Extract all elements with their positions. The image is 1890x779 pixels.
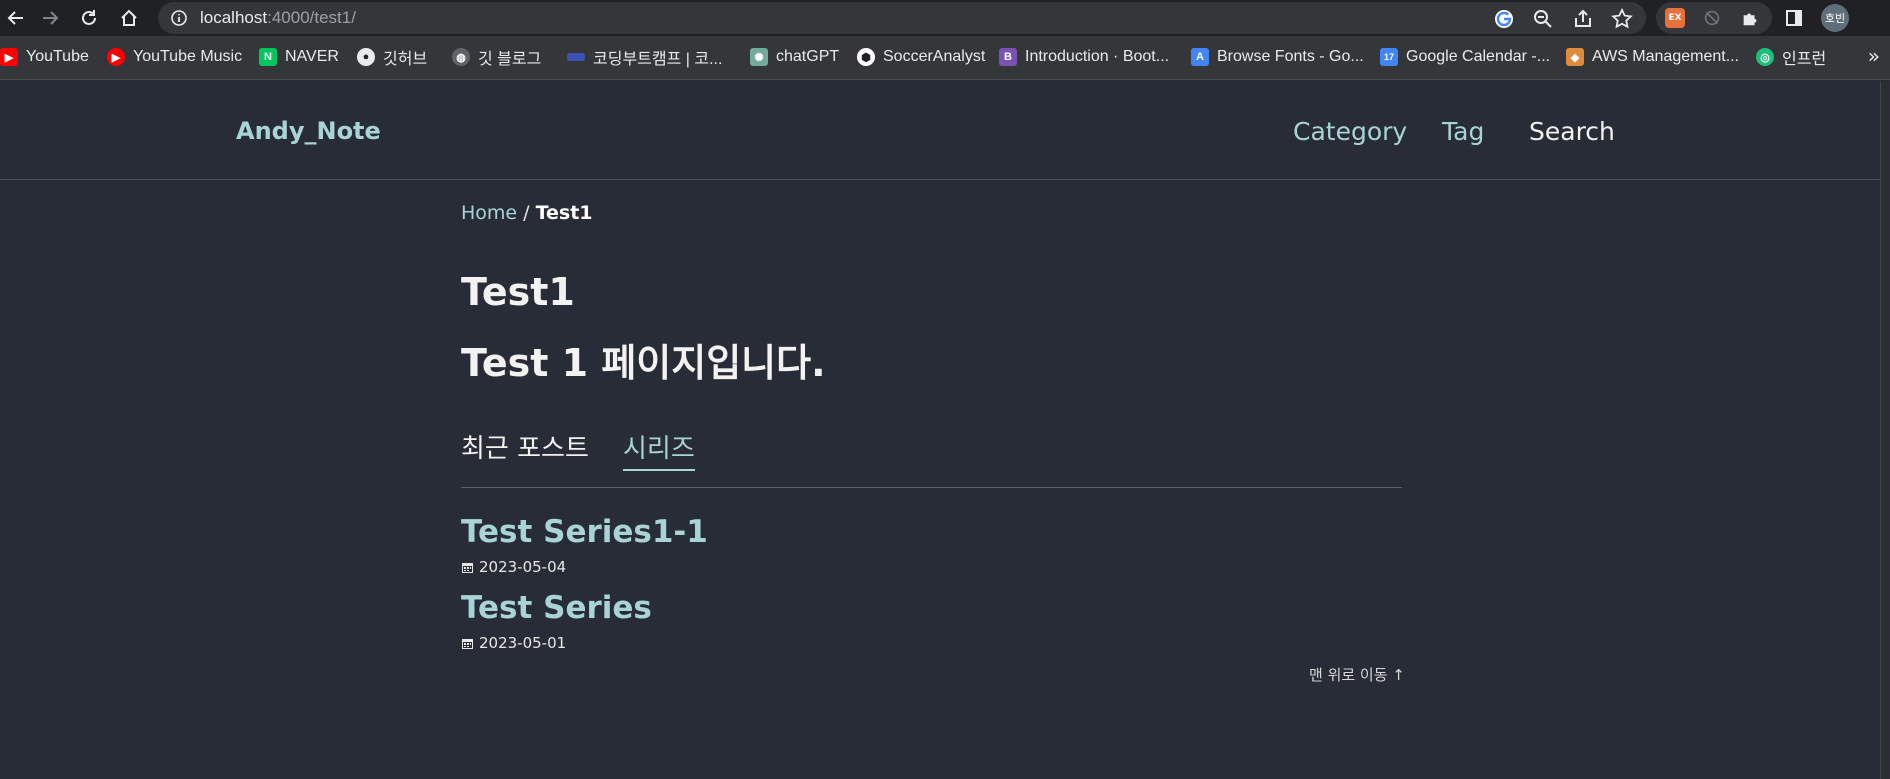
calendar-icon	[462, 638, 473, 649]
calendar-icon	[462, 562, 473, 573]
bookmark-label: 깃 블로그	[478, 51, 542, 68]
bookmark-youtube[interactable]: ▶ YouTube	[0, 46, 89, 68]
nav-search[interactable]: Search	[1529, 117, 1615, 146]
more-bookmarks-button[interactable]: »	[1868, 44, 1880, 68]
bookmark-label: YouTube	[26, 48, 89, 65]
post-item: Test Series 2023-05-01	[461, 590, 652, 652]
chatgpt-icon: ✺	[750, 48, 768, 66]
extensions-puzzle-icon[interactable]	[1739, 7, 1761, 29]
extension-ex-icon[interactable]: EX	[1664, 7, 1686, 29]
bookmark-label: 인프런	[1782, 51, 1827, 68]
bootcamp-icon	[567, 53, 585, 61]
site-brand-link[interactable]: Andy_Note	[236, 117, 381, 145]
post-date: 2023-05-04	[461, 558, 708, 576]
back-to-top-link[interactable]: 맨 위로 이동 ↑	[1309, 664, 1405, 685]
tab-series[interactable]: 시리즈	[623, 428, 695, 471]
inflearn-icon: ◎	[1756, 48, 1774, 66]
bookmark-chatgpt[interactable]: ✺ chatGPT	[750, 46, 839, 68]
soccer-ball-icon: ⬢	[857, 48, 875, 66]
bookmark-star-icon[interactable]	[1611, 8, 1633, 30]
tab-recent-posts[interactable]: 최근 포스트	[461, 428, 589, 469]
bookmark-git-blog[interactable]: ◍ 깃 블로그	[452, 46, 541, 68]
breadcrumb-current: Test1	[535, 202, 593, 224]
url-text: localhost:4000/test1/	[200, 8, 356, 27]
bookmark-coding-bootcamp[interactable]: 코딩부트캠프 | 코...	[567, 46, 722, 68]
back-arrow-icon[interactable]	[2, 4, 30, 32]
post-date-text: 2023-05-04	[479, 558, 567, 576]
browser-toolbar: localhost:4000/test1/ EX 호빈	[0, 0, 1890, 36]
bookmark-github[interactable]: ● 깃허브	[357, 46, 427, 68]
page-title: Test1	[461, 270, 575, 314]
forward-arrow-icon[interactable]	[36, 4, 64, 32]
naver-icon: N	[259, 48, 277, 66]
site-info-icon[interactable]	[170, 9, 188, 27]
globe-icon: ◍	[452, 48, 470, 66]
post-item: Test Series1-1 2023-05-04	[461, 514, 708, 576]
address-bar[interactable]: localhost:4000/test1/	[158, 2, 1646, 34]
extensions-group: EX	[1656, 2, 1772, 34]
bookmark-label: AWS Management...	[1592, 48, 1740, 65]
bookmark-label: Google Calendar -...	[1406, 48, 1551, 65]
reload-icon[interactable]	[75, 4, 103, 32]
breadcrumb-separator: /	[517, 202, 536, 224]
page-scrollbar[interactable]	[1880, 81, 1890, 779]
bookmark-bootstrap[interactable]: B Introduction · Boot...	[999, 46, 1169, 68]
bookmark-label: chatGPT	[776, 48, 840, 65]
breadcrumb: Home / Test1	[461, 202, 593, 224]
post-date: 2023-05-01	[461, 634, 652, 652]
share-icon[interactable]	[1572, 8, 1594, 30]
bookmark-socceranalyst[interactable]: ⬢ SoccerAnalyst	[857, 46, 985, 68]
home-icon[interactable]	[115, 4, 143, 32]
bookmark-label: 코딩부트캠프 | 코...	[593, 51, 723, 68]
side-panel-icon[interactable]	[1780, 4, 1808, 32]
post-title-link[interactable]: Test Series	[461, 590, 652, 626]
calendar-icon: 17	[1380, 48, 1398, 66]
breadcrumb-home-link[interactable]: Home	[461, 202, 517, 224]
bookmark-label: SoccerAnalyst	[883, 48, 986, 65]
profile-avatar[interactable]: 호빈	[1821, 4, 1849, 32]
bookmarks-bar: ▶ YouTube ▶ YouTube Music N NAVER ● 깃허브 …	[0, 36, 1890, 80]
bookmark-naver[interactable]: N NAVER	[259, 46, 339, 68]
post-title-link[interactable]: Test Series1-1	[461, 514, 708, 550]
bookmark-label: YouTube Music	[133, 48, 243, 65]
bookmark-label: Browse Fonts - Go...	[1217, 48, 1364, 65]
nav-tag[interactable]: Tag	[1442, 117, 1484, 146]
bookmark-label: NAVER	[285, 48, 339, 65]
post-date-text: 2023-05-01	[479, 634, 567, 652]
aws-icon: ◆	[1566, 48, 1584, 66]
site-header: Andy_Note Category Tag Search	[0, 81, 1880, 180]
google-translate-icon[interactable]	[1493, 8, 1515, 30]
page-description: Test 1 페이지입니다.	[461, 341, 826, 385]
tab-divider	[461, 487, 1402, 488]
zoom-icon[interactable]	[1532, 8, 1554, 30]
nav-category[interactable]: Category	[1293, 117, 1407, 146]
google-fonts-icon: A	[1191, 48, 1209, 66]
youtube-music-icon: ▶	[107, 48, 125, 66]
sync-extension-icon[interactable]	[1701, 7, 1723, 29]
bookmark-aws[interactable]: ◆ AWS Management...	[1566, 46, 1739, 68]
youtube-icon: ▶	[0, 48, 18, 66]
bookmark-label: 깃허브	[383, 51, 428, 68]
bookmark-google-calendar[interactable]: 17 Google Calendar -...	[1380, 46, 1550, 68]
bookmark-label: Introduction · Boot...	[1025, 48, 1170, 65]
bootstrap-icon: B	[999, 48, 1017, 66]
bookmark-youtube-music[interactable]: ▶ YouTube Music	[107, 46, 242, 68]
bookmark-google-fonts[interactable]: A Browse Fonts - Go...	[1191, 46, 1364, 68]
bookmark-inflearn[interactable]: ◎ 인프런	[1756, 46, 1826, 68]
github-icon: ●	[357, 48, 375, 66]
